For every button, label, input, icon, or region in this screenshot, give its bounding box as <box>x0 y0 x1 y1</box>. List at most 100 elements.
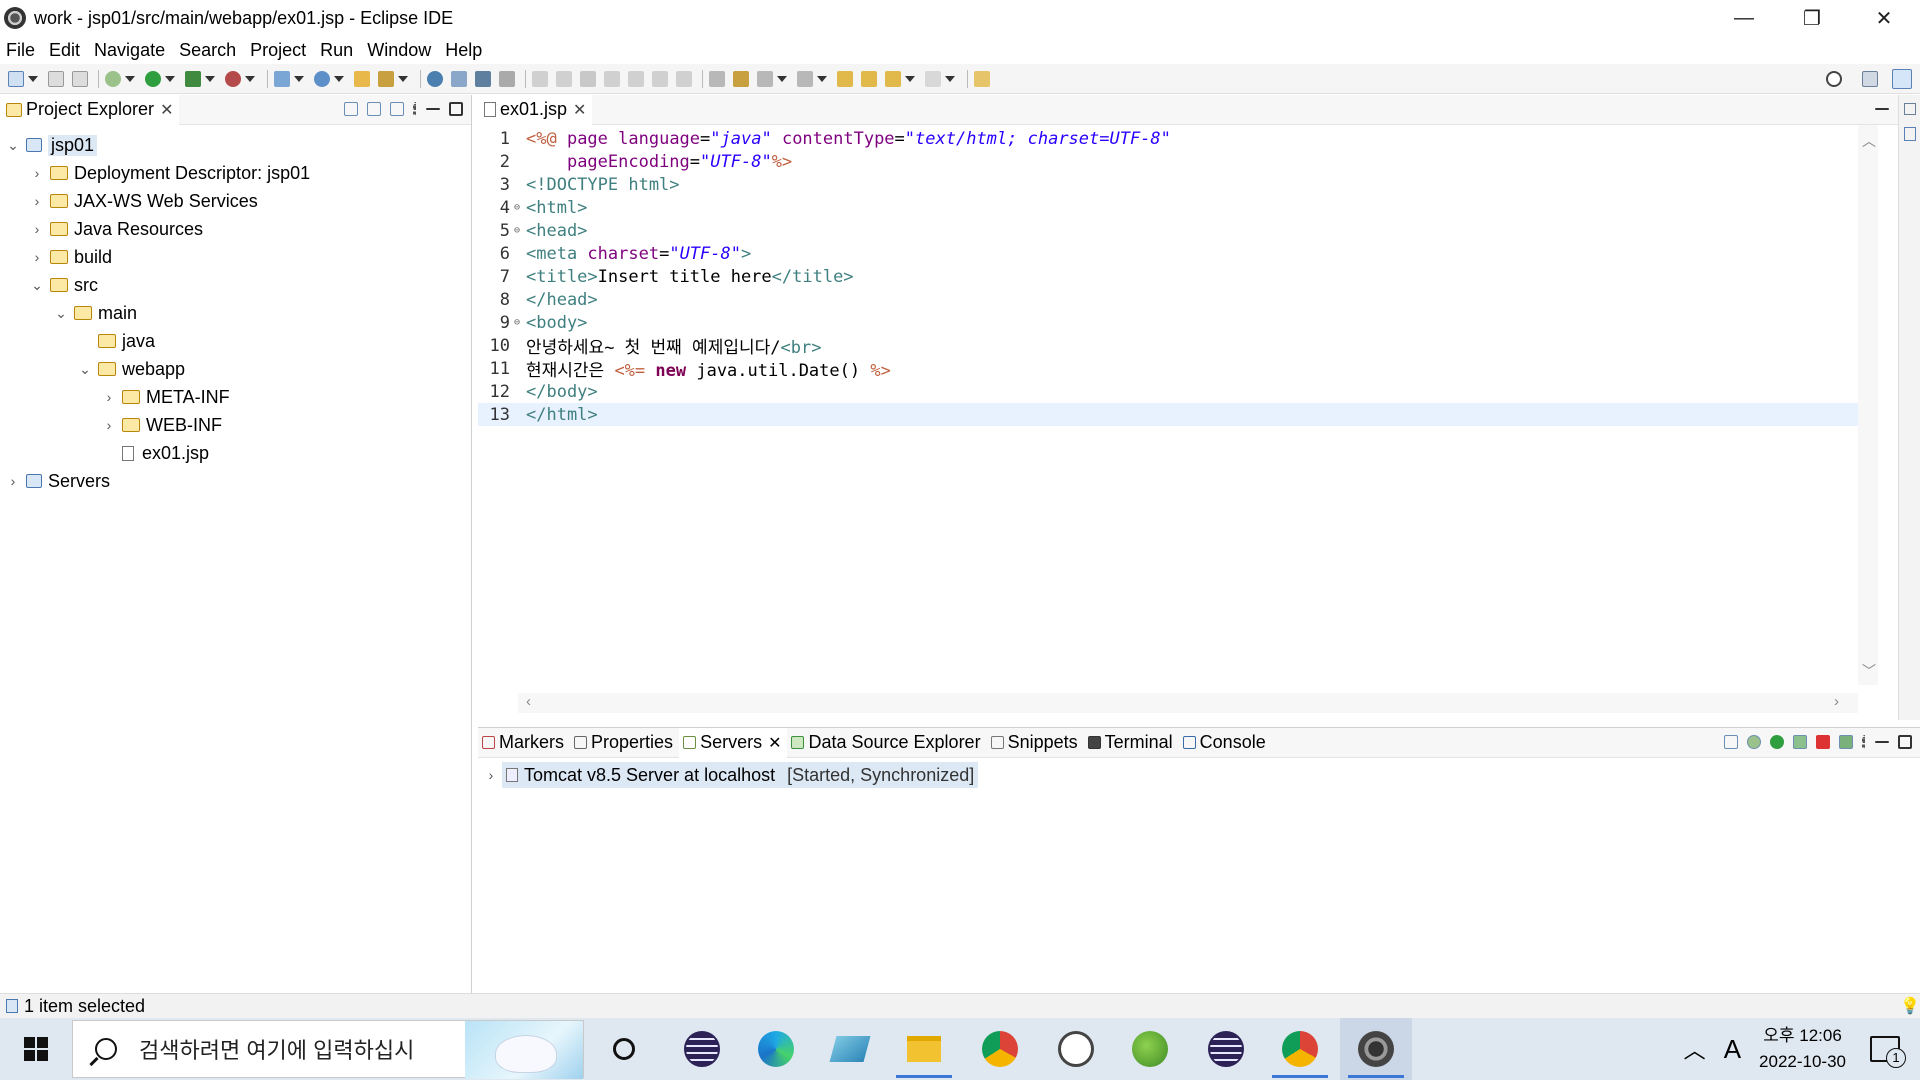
save-icon[interactable] <box>48 70 64 87</box>
debug-server-icon[interactable] <box>1747 735 1761 749</box>
previous-annotation-icon[interactable] <box>797 70 813 87</box>
code-line[interactable]: 12 </body> <box>478 380 1858 403</box>
fold-icon[interactable]: ⊖ <box>514 225 524 236</box>
tab-snippets[interactable]: Snippets <box>987 728 1084 758</box>
taskbar-eclipse-active[interactable] <box>1340 1018 1412 1080</box>
debug-dropdown-icon[interactable] <box>125 75 135 82</box>
code-line[interactable]: 4 ⊖ <html> <box>478 196 1858 219</box>
scroll-down-icon[interactable]: ﹀ <box>1862 661 1876 681</box>
coverage-icon[interactable] <box>185 70 201 87</box>
step-over-icon[interactable] <box>652 70 668 87</box>
code-line[interactable]: 8 </head> <box>478 288 1858 311</box>
close-button[interactable]: ✕ <box>1850 0 1918 36</box>
open-perspective-icon[interactable] <box>1862 71 1878 87</box>
taskbar-notepad[interactable] <box>814 1018 886 1080</box>
taskbar-file-explorer[interactable] <box>888 1018 960 1080</box>
tree-item-servers[interactable]: › Servers <box>6 467 110 495</box>
tab-terminal[interactable]: Terminal <box>1084 728 1179 758</box>
step-into-icon[interactable] <box>628 70 644 87</box>
start-button[interactable] <box>0 1018 72 1080</box>
tree-item-webapp[interactable]: ⌄ webapp <box>78 355 185 383</box>
server-row[interactable]: › Tomcat v8.5 Server at localhost [Start… <box>484 762 979 788</box>
new-class-icon[interactable] <box>314 70 330 87</box>
forward-icon[interactable] <box>925 70 941 87</box>
menu-help[interactable]: Help <box>445 40 482 61</box>
new-dropdown-icon[interactable] <box>28 75 38 82</box>
chevron-down-icon[interactable]: ⌄ <box>54 305 68 322</box>
restore-button[interactable]: ❐ <box>1778 0 1846 36</box>
open-type-icon[interactable] <box>354 70 370 87</box>
taskbar-chrome-2[interactable] <box>1264 1018 1336 1080</box>
close-icon[interactable]: ✕ <box>768 733 781 753</box>
pin-editor-icon[interactable] <box>974 70 990 87</box>
restore-view-icon[interactable] <box>1904 103 1916 115</box>
back-history-icon[interactable] <box>885 70 901 87</box>
system-clock[interactable]: 오후 12:06 2022-10-30 <box>1759 1023 1846 1075</box>
search-icon[interactable] <box>1826 71 1842 87</box>
ime-indicator[interactable]: A <box>1724 1034 1741 1065</box>
code-line[interactable]: 1 <%@ page language="java" contentType="t… <box>478 127 1858 150</box>
new-class-dropdown-icon[interactable] <box>334 75 344 82</box>
minimize-view-icon[interactable] <box>1875 108 1889 110</box>
code-line[interactable]: 10 안녕하세요~ 첫 번째 예제입니다/<br> <box>478 334 1858 359</box>
suspend-icon[interactable] <box>556 70 572 87</box>
next-annotation-icon[interactable] <box>757 70 773 87</box>
fold-icon[interactable]: ⊖ <box>514 317 524 328</box>
menu-project[interactable]: Project <box>250 40 306 61</box>
resume-icon[interactable] <box>532 70 548 87</box>
external-tools-dropdown-icon[interactable] <box>245 75 255 82</box>
minimize-view-icon[interactable] <box>426 108 440 110</box>
save-all-icon[interactable] <box>72 70 88 87</box>
taskbar-edge[interactable] <box>740 1018 812 1080</box>
console-icon[interactable] <box>475 70 491 87</box>
toggle-word-wrap-icon[interactable] <box>709 70 725 87</box>
chevron-up-icon[interactable]: ︿ <box>1684 1033 1706 1065</box>
publish-server-icon[interactable] <box>1839 735 1853 749</box>
view-menu-icon[interactable] <box>1862 735 1866 749</box>
fold-icon[interactable]: ⊖ <box>514 202 524 213</box>
tree-item-web-inf[interactable]: › WEB-INF <box>102 411 222 439</box>
next-annotation-dropdown-icon[interactable] <box>777 75 787 82</box>
code-line[interactable]: 9 ⊖ <body> <box>478 311 1858 334</box>
notification-icon[interactable]: 1 <box>1870 1036 1906 1068</box>
run-dropdown-icon[interactable] <box>165 75 175 82</box>
back-dropdown-icon[interactable] <box>905 75 915 82</box>
minimize-view-icon[interactable] <box>1875 741 1889 743</box>
tab-properties[interactable]: Properties <box>570 728 679 758</box>
coverage-dropdown-icon[interactable] <box>205 75 215 82</box>
tab-servers[interactable]: Servers ✕ <box>679 727 788 758</box>
lightbulb-icon[interactable]: 💡 <box>1900 996 1920 1016</box>
code-line[interactable]: 13 </html> <box>478 403 1858 426</box>
new-server-dropdown-icon[interactable] <box>294 75 304 82</box>
tree-item-meta-inf[interactable]: › META-INF <box>102 383 230 411</box>
collapse-all-icon[interactable] <box>344 102 358 116</box>
taskbar-eclipse-2[interactable] <box>1190 1018 1262 1080</box>
stop-server-icon[interactable] <box>1816 735 1830 749</box>
close-icon[interactable]: ✕ <box>160 100 173 120</box>
code-line[interactable]: 6 <meta charset="UTF-8"> <box>478 242 1858 265</box>
new-icon[interactable] <box>8 70 24 87</box>
maximize-view-icon[interactable] <box>449 102 463 116</box>
code-line[interactable]: 11 현재시간은 <%= new java.util.Date() %> <box>478 357 1858 382</box>
chevron-right-icon[interactable]: › <box>30 193 44 209</box>
server-entry[interactable]: Tomcat v8.5 Server at localhost [Started… <box>502 762 979 788</box>
code-area[interactable]: 1 <%@ page language="java" contentType="t… <box>478 127 1858 687</box>
chevron-right-icon[interactable]: › <box>30 221 44 237</box>
toggle-mark-occurrences-icon[interactable] <box>733 70 749 87</box>
tree-item-jax-ws-web-services[interactable]: › JAX-WS Web Services <box>30 187 258 215</box>
outline-icon[interactable] <box>1904 127 1916 141</box>
forward-dropdown-icon[interactable] <box>945 75 955 82</box>
view-menu-icon[interactable] <box>413 102 417 116</box>
horizontal-scrollbar[interactable]: ‹ › <box>518 693 1858 713</box>
tab-console[interactable]: Console <box>1179 728 1272 758</box>
collapse-all-icon[interactable] <box>1724 735 1738 749</box>
previous-annotation-dropdown-icon[interactable] <box>817 75 827 82</box>
code-line[interactable]: 7 <title>Insert title here</title> <box>478 265 1858 288</box>
close-icon[interactable]: ✕ <box>573 100 586 120</box>
menu-window[interactable]: Window <box>367 40 431 61</box>
tree-item-src[interactable]: ⌄ src <box>30 271 98 299</box>
skip-breakpoints-icon[interactable] <box>499 70 515 87</box>
menu-edit[interactable]: Edit <box>49 40 80 61</box>
last-edit-location-icon[interactable] <box>837 70 853 87</box>
tab-markers[interactable]: Markers <box>478 728 570 758</box>
